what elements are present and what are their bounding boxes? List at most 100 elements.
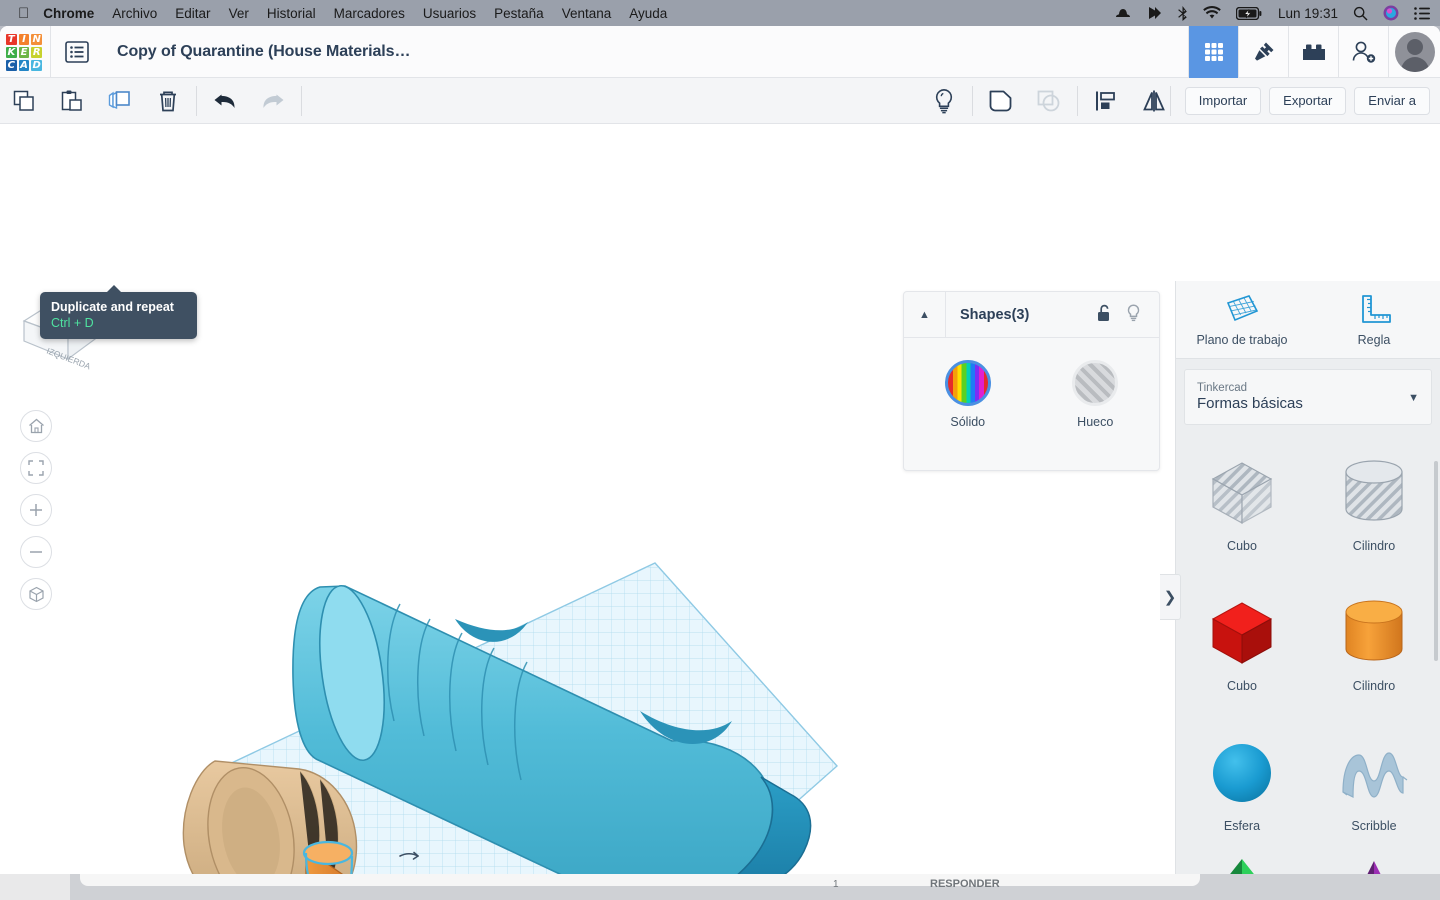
avatar[interactable]: [1388, 26, 1440, 78]
shape-item-piramide[interactable]: [1176, 855, 1308, 874]
hatched-cube-icon: [1211, 462, 1273, 525]
blocks-icon[interactable]: [1288, 26, 1338, 78]
control-center-icon[interactable]: [1414, 6, 1430, 20]
chevron-down-icon: ▼: [1408, 392, 1419, 404]
shape-item-scribble[interactable]: Scribble: [1308, 715, 1440, 855]
background-dock: [0, 874, 70, 900]
tinkercad-header: T I N K E R C A D Copy of Quarantine (Ho…: [0, 26, 1440, 78]
shape-item-esfera[interactable]: Esfera: [1176, 715, 1308, 855]
workplane-tool[interactable]: Plano de trabajo: [1176, 281, 1308, 358]
shape-item-cubo-hueco[interactable]: Cubo: [1176, 435, 1308, 575]
rainbow-swatch-icon[interactable]: [944, 360, 991, 406]
shape-label: Cubo: [1227, 679, 1257, 693]
page-title[interactable]: Copy of Quarantine (House Materials…: [117, 43, 410, 61]
shapes-panel: ▲ Shapes(3) Sólido Hueco: [903, 291, 1160, 471]
hatched-swatch-icon[interactable]: [1072, 360, 1119, 406]
solid-option[interactable]: Sólido: [904, 360, 1032, 429]
ruler-tool[interactable]: Regla: [1308, 281, 1440, 358]
shape-label: Cilindro: [1352, 679, 1396, 693]
hammer-icon[interactable]: [1238, 26, 1288, 78]
menu-item-ventana[interactable]: Ventana: [562, 6, 612, 21]
tooltip-title: Duplicate and repeat: [51, 300, 174, 314]
chrome-window: OneDrive ✕ in_tercero ✕ W Word ✕ W Docum…: [0, 26, 1440, 874]
menu-item-archivo[interactable]: Archivo: [112, 6, 157, 21]
import-button[interactable]: Importar: [1184, 86, 1262, 115]
light-bulb-icon[interactable]: [1126, 304, 1141, 325]
menu-bar-clock[interactable]: Lun 19:31: [1278, 6, 1338, 21]
logo-letter: K: [6, 46, 17, 58]
align-icon[interactable]: [1082, 78, 1130, 124]
undo-icon[interactable]: [201, 78, 249, 124]
menu-item-usuarios[interactable]: Usuarios: [423, 6, 476, 21]
spotlight-search-icon[interactable]: [1353, 6, 1368, 21]
logo-letter: A: [18, 59, 30, 71]
library-select[interactable]: Tinkercad Formas básicas ▼: [1184, 369, 1432, 425]
bowler-hat-icon[interactable]: [1115, 6, 1131, 20]
menu-item-ver[interactable]: Ver: [229, 6, 249, 21]
shapes-panel-body: Sólido Hueco: [904, 338, 1159, 429]
ortho-perspective-icon[interactable]: [20, 578, 52, 610]
cube-icon: [1211, 602, 1273, 664]
toolbar-divider: [196, 85, 197, 116]
menu-item-editar[interactable]: Editar: [175, 6, 210, 21]
menu-item-ayuda[interactable]: Ayuda: [629, 6, 667, 21]
hole-option[interactable]: Hueco: [1032, 360, 1160, 429]
send-to-button[interactable]: Enviar a: [1354, 86, 1430, 115]
ruler-label: Regla: [1357, 332, 1391, 347]
menu-item-pestana[interactable]: Pestaña: [494, 6, 544, 21]
pyramid-icon: [1230, 859, 1254, 874]
battery-charging-icon[interactable]: [1235, 6, 1262, 20]
paste-icon[interactable]: [48, 78, 96, 124]
shape-item-cubo-rojo[interactable]: Cubo: [1176, 575, 1308, 715]
shape-label: Scribble: [1351, 819, 1397, 833]
mirror-icon[interactable]: [1130, 78, 1178, 124]
sidebar-collapse-handle[interactable]: ❯: [1160, 574, 1181, 620]
redo-icon[interactable]: [249, 78, 297, 124]
delete-icon[interactable]: [144, 78, 192, 124]
export-button[interactable]: Exportar: [1269, 86, 1347, 115]
shape-item-cono[interactable]: [1308, 855, 1440, 874]
hatched-cylinder-icon: [1345, 460, 1403, 521]
shape-label: Cubo: [1227, 539, 1257, 553]
project-list-button[interactable]: [51, 26, 103, 78]
apple-logo-icon[interactable]: : [18, 6, 29, 21]
ungroup-icon[interactable]: [1025, 78, 1073, 124]
zoom-out-icon[interactable]: [20, 536, 52, 568]
bluetooth-icon[interactable]: [1177, 5, 1188, 21]
fit-to-view-icon[interactable]: [20, 452, 52, 484]
menu-item-chrome[interactable]: Chrome: [43, 6, 94, 21]
workplane-label: Plano de trabajo: [1196, 332, 1288, 347]
light-bulb-icon[interactable]: [920, 78, 968, 124]
group-icon[interactable]: [977, 78, 1025, 124]
shapes-panel-header: ▲ Shapes(3): [904, 292, 1159, 338]
hole-label: Hueco: [1077, 415, 1114, 429]
copy-icon[interactable]: [0, 78, 48, 124]
duplicate-icon[interactable]: [96, 78, 144, 124]
chevron-up-icon[interactable]: ▲: [904, 292, 946, 337]
shape-item-cilindro-hueco[interactable]: Cilindro: [1308, 435, 1440, 575]
shapes-sidebar: Plano de trabajo Regla Tinkercad Formas …: [1175, 281, 1440, 874]
macos-menu-bar:  Chrome Archivo Editar Ver Historial Ma…: [0, 0, 1440, 26]
logo-letter: R: [31, 46, 42, 58]
grid-view-icon[interactable]: [1188, 26, 1238, 78]
unlock-icon[interactable]: [1097, 304, 1112, 325]
sphere-icon: [1213, 744, 1271, 802]
unity-icon[interactable]: [1146, 6, 1162, 20]
siri-icon[interactable]: [1383, 5, 1399, 21]
sidebar-tools: Plano de trabajo Regla: [1176, 281, 1440, 359]
zoom-in-icon[interactable]: [20, 494, 52, 526]
header-actions: [1188, 26, 1440, 78]
toolbar-divider: [301, 85, 302, 116]
shapes-panel-icons: [1097, 304, 1159, 325]
menu-item-marcadores[interactable]: Marcadores: [334, 6, 405, 21]
background-like-count: 1: [833, 879, 839, 890]
background-page-sheet: [80, 874, 1200, 886]
tinkercad-logo-icon[interactable]: T I N K E R C A D: [4, 32, 44, 72]
home-view-icon[interactable]: [20, 410, 52, 442]
add-user-icon[interactable]: [1338, 26, 1388, 78]
menu-item-historial[interactable]: Historial: [267, 6, 316, 21]
sidebar-scrollbar[interactable]: [1434, 461, 1438, 661]
logo-letter: I: [18, 33, 30, 45]
shape-item-cilindro-naranja[interactable]: Cilindro: [1308, 575, 1440, 715]
wifi-icon[interactable]: [1203, 6, 1221, 20]
